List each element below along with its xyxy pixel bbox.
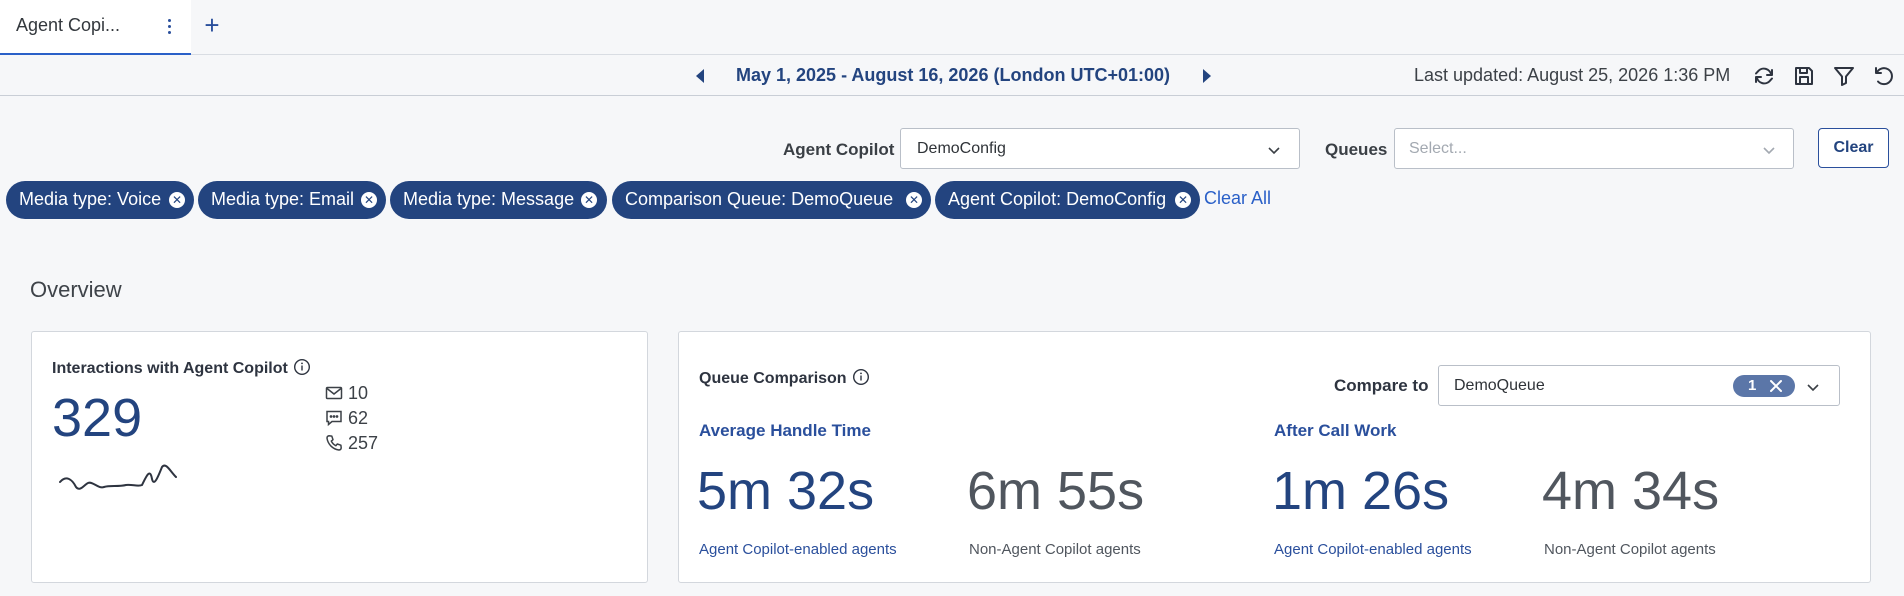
email-stat: 10 [325, 383, 368, 404]
date-range-dates: May 1, 2025 - August 16, 2026 [736, 65, 989, 85]
chip-label: Comparison Queue: DemoQueue [625, 189, 894, 209]
queues-placeholder: Select... [1409, 140, 1467, 157]
interactions-sparkline [59, 464, 177, 490]
aht-copilot-value: 5m 32s [697, 461, 875, 521]
selected-count-badge: 1 [1733, 375, 1795, 397]
phone-icon [326, 435, 342, 451]
voice-stat: 257 [325, 433, 378, 454]
chip-label: Agent Copilot: DemoConfig [948, 189, 1167, 209]
more-vertical-icon[interactable] [162, 15, 176, 37]
aht-copilot-label: Agent Copilot-enabled agents [699, 541, 897, 558]
interactions-title: Interactions with Agent Copilot [52, 358, 311, 378]
save-icon[interactable] [1792, 64, 1816, 88]
acw-title: After Call Work [1274, 421, 1397, 440]
chip-label: Media type: Email [211, 189, 355, 209]
compare-to-select[interactable]: DemoQueue 1 [1438, 365, 1840, 406]
queues-select[interactable]: Select... [1394, 128, 1794, 169]
add-tab-button[interactable]: + [200, 12, 224, 40]
last-updated-text: Last updated: August 25, 2026 1:36 PM [1414, 65, 1731, 85]
queues-label: Queues [1325, 140, 1388, 159]
acw-non-copilot-label: Non-Agent Copilot agents [1544, 541, 1716, 558]
agent-copilot-label: Agent Copilot [783, 140, 895, 159]
chip-media-voice[interactable]: Media type: Voice ✕ [6, 181, 194, 219]
chip-agent-copilot[interactable]: Agent Copilot: DemoConfig ✕ [935, 181, 1200, 219]
selected-count: 1 [1748, 377, 1757, 394]
interactions-count: 329 [52, 388, 143, 448]
queue-comparison-title: Queue Comparison [699, 368, 870, 388]
message-stat: 62 [325, 408, 368, 429]
tab-label: Agent Copi... [16, 15, 121, 35]
next-range-icon[interactable] [1203, 69, 1211, 83]
voice-count: 257 [348, 433, 379, 453]
reset-icon[interactable] [1872, 64, 1896, 88]
aht-title: Average Handle Time [699, 421, 871, 440]
info-icon[interactable] [293, 358, 311, 376]
interactions-card: Interactions with Agent Copilot 329 10 6… [31, 331, 648, 583]
chip-media-email[interactable]: Media type: Email ✕ [198, 181, 386, 219]
chip-media-message[interactable]: Media type: Message ✕ [390, 181, 607, 219]
compare-to-value: DemoQueue [1454, 377, 1545, 394]
mail-icon [325, 386, 343, 400]
acw-copilot-label: Agent Copilot-enabled agents [1274, 541, 1472, 558]
refresh-icon[interactable] [1752, 64, 1776, 88]
info-icon[interactable] [852, 368, 870, 386]
chevron-down-icon [1268, 147, 1280, 155]
queue-comparison-card: Queue Comparison Compare to DemoQueue 1 … [678, 331, 1871, 583]
clear-button[interactable]: Clear [1818, 128, 1889, 168]
queue-comparison-title-text: Queue Comparison [699, 370, 847, 387]
chip-comparison-queue[interactable]: Comparison Queue: DemoQueue ✕ [612, 181, 931, 219]
date-range: May 1, 2025 - August 16, 2026 (London UT… [736, 65, 1170, 86]
acw-copilot-value: 1m 26s [1272, 461, 1450, 521]
acw-non-copilot-value: 4m 34s [1542, 461, 1720, 521]
interactions-title-text: Interactions with Agent Copilot [52, 360, 288, 377]
clear-all-link[interactable]: Clear All [1204, 188, 1271, 209]
overview-title: Overview [30, 277, 122, 302]
agent-copilot-value: DemoConfig [917, 140, 1006, 157]
chat-icon [326, 410, 342, 427]
chip-label: Media type: Voice [19, 189, 162, 209]
aht-non-copilot-value: 6m 55s [967, 461, 1145, 521]
tab-agent-copilot[interactable]: Agent Copi... [0, 0, 191, 55]
chevron-down-icon [1807, 384, 1819, 392]
compare-to-label: Compare to [1334, 376, 1429, 395]
message-count: 62 [348, 408, 369, 428]
aht-non-copilot-label: Non-Agent Copilot agents [969, 541, 1141, 558]
remove-chip-icon[interactable]: ✕ [906, 192, 922, 208]
remove-chip-icon[interactable]: ✕ [581, 192, 597, 208]
remove-chip-icon[interactable]: ✕ [361, 192, 377, 208]
previous-range-icon[interactable] [696, 69, 704, 83]
date-bar: May 1, 2025 - August 16, 2026 (London UT… [0, 56, 1904, 96]
agent-copilot-select[interactable]: DemoConfig [900, 128, 1300, 169]
filter-icon[interactable] [1832, 64, 1856, 88]
remove-chip-icon[interactable]: ✕ [169, 192, 185, 208]
remove-chip-icon[interactable]: ✕ [1175, 192, 1191, 208]
email-count: 10 [348, 383, 369, 403]
tab-bar: Agent Copi... + [0, 0, 1904, 55]
date-range-timezone: (London UTC+01:00) [993, 65, 1170, 85]
chip-label: Media type: Message [403, 189, 575, 209]
clear-selection-icon[interactable] [1767, 377, 1785, 395]
chevron-down-icon [1763, 147, 1775, 155]
